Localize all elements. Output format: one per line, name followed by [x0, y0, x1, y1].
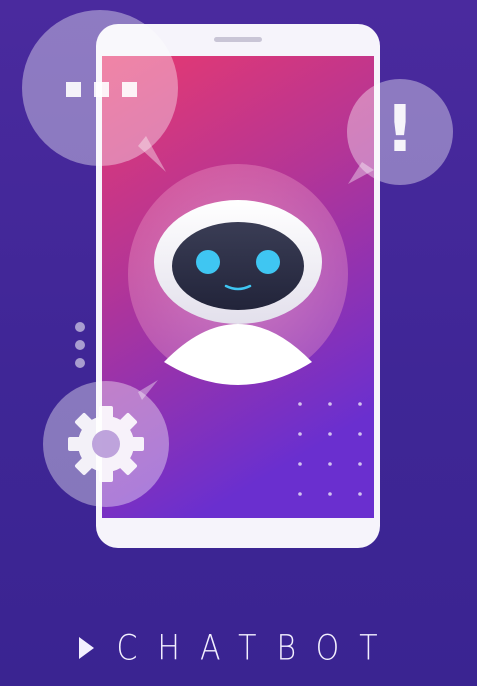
- grid-dot: [358, 432, 362, 436]
- typing-dots-bubble-icon: [22, 10, 178, 172]
- brand-caption: CHATBOT: [0, 628, 477, 668]
- robot-right-eye: [256, 250, 280, 274]
- exclamation-bubble-icon: !: [344, 78, 456, 190]
- grid-dot: [358, 492, 362, 496]
- play-triangle-icon: [79, 637, 95, 659]
- chatbot-illustration: ! CHATBOT: [0, 0, 477, 686]
- grid-dot: [358, 462, 362, 466]
- grid-dot: [328, 402, 332, 406]
- robot-face-icon: [154, 200, 322, 324]
- grid-dot: [328, 462, 332, 466]
- grid-dot: [328, 432, 332, 436]
- alert-symbol: !: [385, 93, 415, 167]
- grid-dot: [298, 462, 302, 466]
- grid-dot: [298, 492, 302, 496]
- phone-speaker: [214, 37, 262, 42]
- grid-dot: [328, 492, 332, 496]
- vertical-dots-icon: [75, 322, 85, 368]
- gear-bubble-icon: [43, 380, 169, 507]
- grid-dot: [358, 402, 362, 406]
- grid-dot: [298, 432, 302, 436]
- robot-left-eye: [196, 250, 220, 274]
- grid-dot: [298, 402, 302, 406]
- brand-title: CHATBOT: [116, 627, 398, 669]
